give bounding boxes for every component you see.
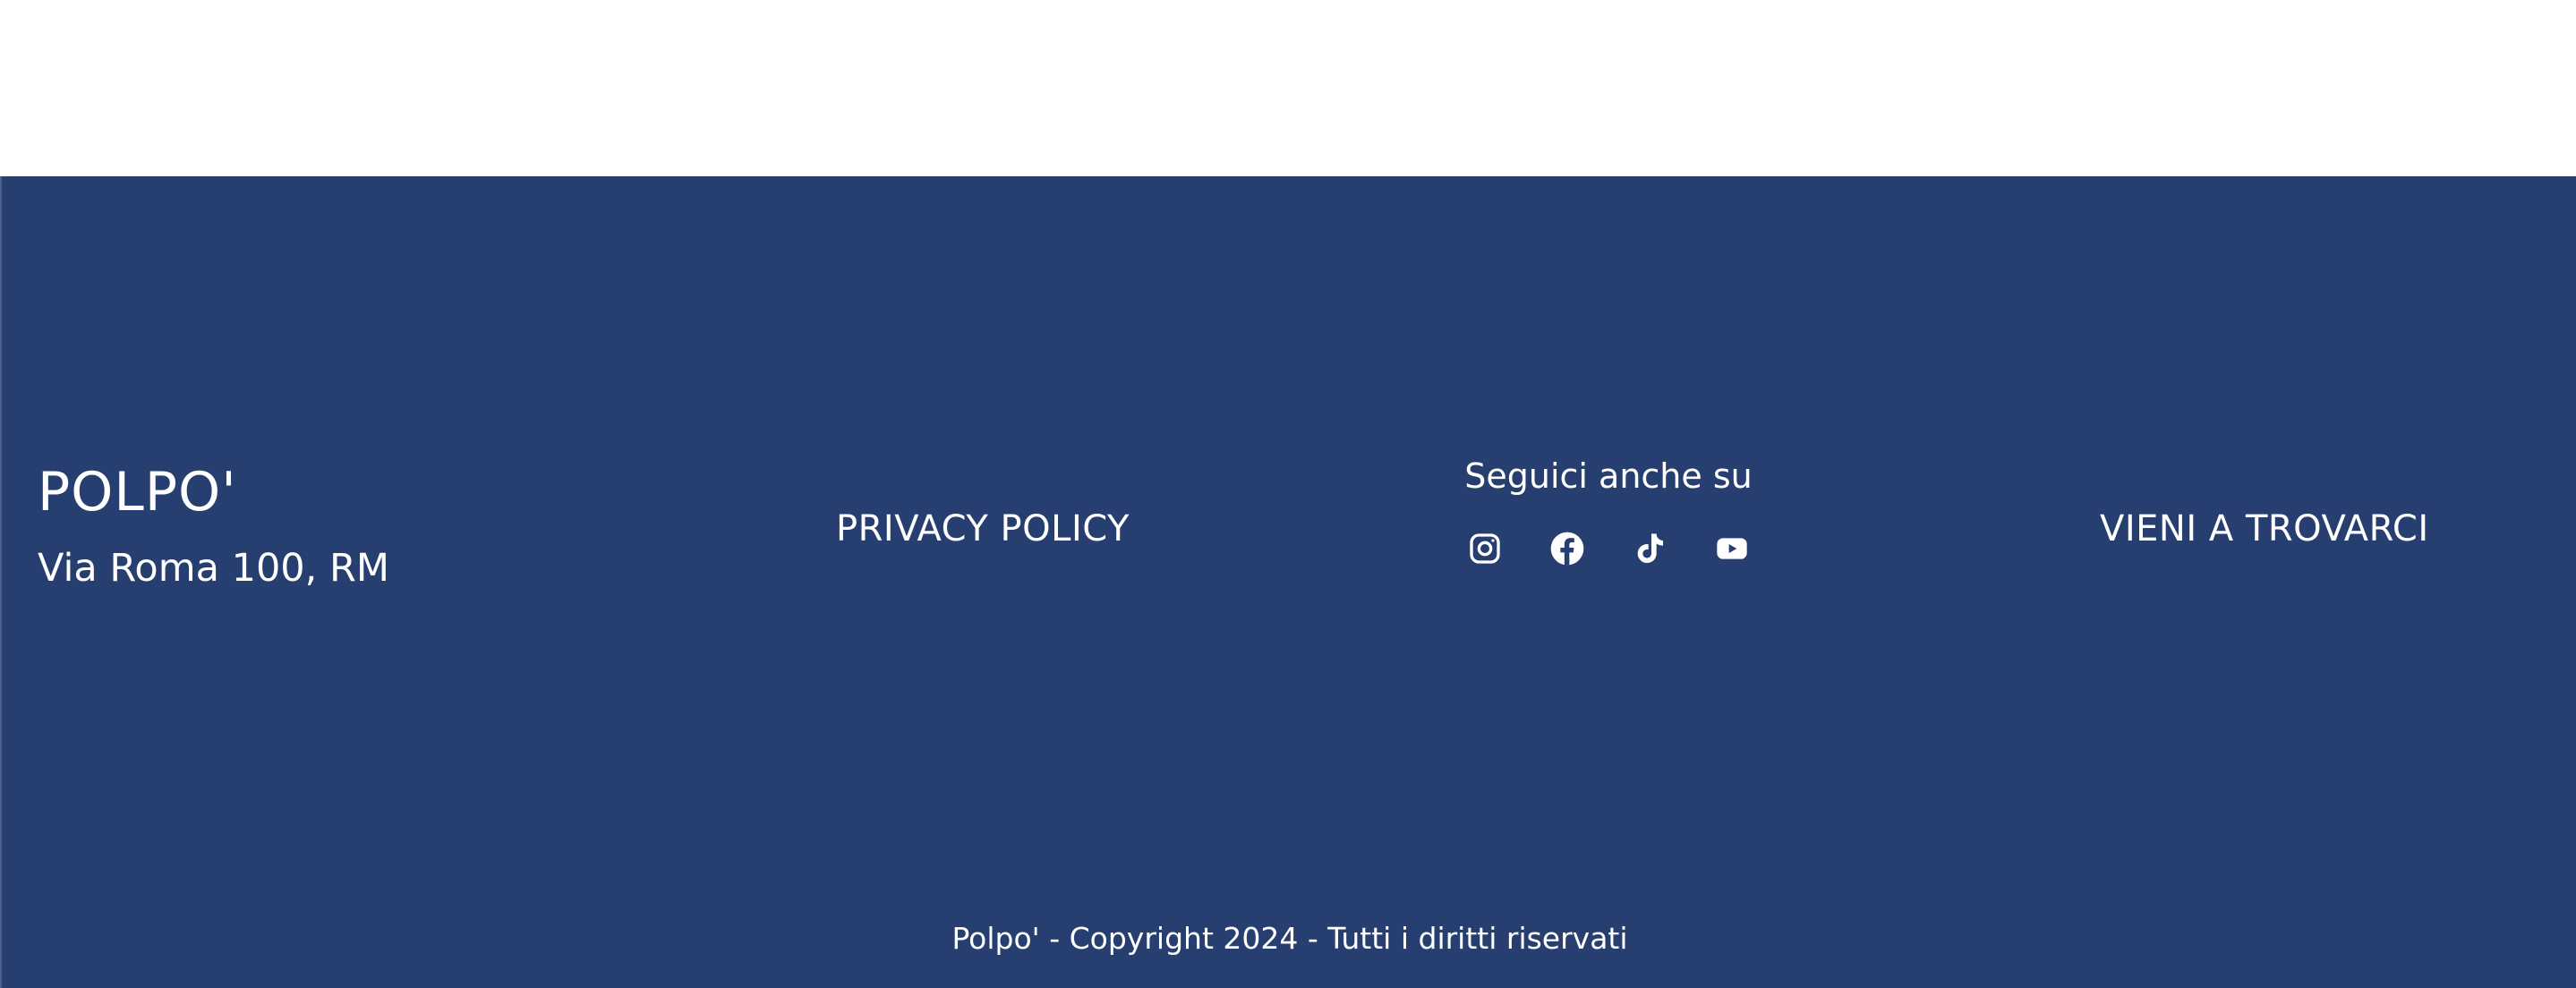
brand-address: Via Roma 100, RM (38, 546, 389, 591)
brand-name: POLPO' (38, 461, 237, 524)
visit-us-link[interactable]: VIENI A TROVARCI (2100, 507, 2429, 550)
page-top-area (0, 0, 2576, 176)
copyright-text: Polpo' - Copyright 2024 - Tutti i diritt… (951, 921, 1628, 956)
site-footer: POLPO' Via Roma 100, RM PRIVACY POLICY S… (0, 176, 2576, 988)
social-icons (1400, 531, 1817, 566)
social-block: Seguici anche su (1400, 456, 1817, 566)
tiktok-icon[interactable] (1632, 531, 1668, 566)
privacy-policy-link[interactable]: PRIVACY POLICY (836, 507, 1130, 550)
facebook-icon[interactable] (1549, 531, 1585, 566)
social-title: Seguici anche su (1464, 456, 1753, 496)
instagram-icon[interactable] (1467, 531, 1503, 566)
brand-block: POLPO' Via Roma 100, RM (38, 461, 389, 592)
youtube-icon[interactable] (1714, 531, 1750, 566)
